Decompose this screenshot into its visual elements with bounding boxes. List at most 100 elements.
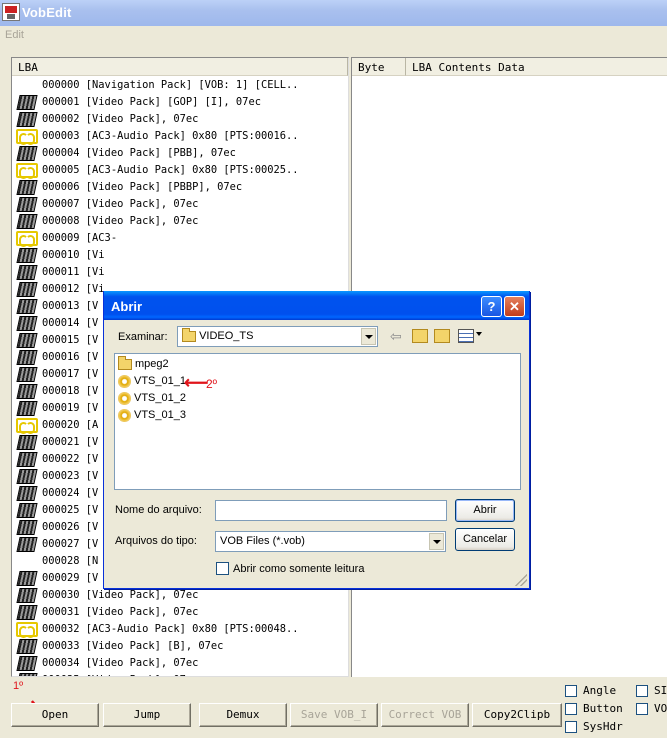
filetype-dropdown[interactable]: VOB Files (*.vob) bbox=[215, 531, 446, 552]
video-pack-icon bbox=[16, 248, 38, 263]
vob-file-icon bbox=[118, 392, 131, 405]
video-pack-icon bbox=[16, 95, 38, 110]
list-row-text: 000017 [V bbox=[42, 368, 99, 380]
video-pack-icon bbox=[16, 367, 38, 382]
list-row[interactable]: 000000 [Navigation Pack] [VOB: 1] [CELL.… bbox=[12, 77, 348, 94]
readonly-checkbox[interactable] bbox=[216, 562, 229, 575]
copy-to-clipboard-button[interactable]: Copy2Clipb bbox=[472, 703, 562, 727]
list-row-text: 000024 [V bbox=[42, 487, 99, 499]
list-item-folder[interactable]: mpeg2 bbox=[118, 355, 169, 374]
cancel-button[interactable]: Cancelar bbox=[455, 528, 515, 551]
open-dialog-button[interactable]: Abrir bbox=[455, 499, 515, 522]
file-list[interactable]: mpeg2 VTS_01_1 VTS_01_2 VTS_01_3 ⟵ 2º bbox=[114, 353, 521, 490]
video-pack-icon bbox=[16, 401, 38, 416]
list-row-text: 000026 [V bbox=[42, 521, 99, 533]
demux-button[interactable]: Demux bbox=[199, 703, 287, 727]
list-row[interactable]: 000006 [Video Pack] [PBBP], 07ec bbox=[12, 179, 348, 196]
folder-icon bbox=[118, 355, 132, 370]
list-row-text: 000003 [AC3-Audio Pack] 0x80 [PTS:00016.… bbox=[42, 130, 299, 142]
button-checkbox-box[interactable] bbox=[565, 703, 577, 715]
list-row-text: 000028 [N bbox=[42, 555, 99, 567]
list-row[interactable]: 000004 [Video Pack] [PBB], 07ec bbox=[12, 145, 348, 162]
list-row-text: 000030 [Video Pack], 07ec bbox=[42, 589, 199, 601]
video-pack-icon bbox=[16, 503, 38, 518]
view-dropdown-icon[interactable] bbox=[476, 332, 482, 336]
list-row[interactable]: 000001 [Video Pack] [GOP] [I], 07ec bbox=[12, 94, 348, 111]
chevron-down-icon[interactable] bbox=[429, 533, 444, 550]
column-header-contents[interactable]: LBA Contents Data bbox=[406, 58, 667, 76]
vob-file-icon bbox=[118, 375, 131, 388]
list-row[interactable]: 000031 [Video Pack], 07ec bbox=[12, 604, 348, 621]
look-in-dropdown[interactable]: VIDEO_TS bbox=[177, 326, 378, 347]
list-row-text: 000015 [V bbox=[42, 334, 99, 346]
list-row[interactable]: 000002 [Video Pack], 07ec bbox=[12, 111, 348, 128]
list-row[interactable]: 000032 [AC3-Audio Pack] 0x80 [PTS:00048.… bbox=[12, 621, 348, 638]
save-vob-i-button[interactable]: Save VOB_I bbox=[290, 703, 378, 727]
menu-bar: Edit bbox=[0, 26, 667, 46]
list-row[interactable]: 000003 [AC3-Audio Pack] 0x80 [PTS:00016.… bbox=[12, 128, 348, 145]
video-pack-icon bbox=[16, 435, 38, 450]
list-row-text: 000035 [Video Pack], 07ec bbox=[42, 674, 198, 676]
list-row-text: 000018 [V bbox=[42, 385, 99, 397]
menu-edit[interactable]: Edit bbox=[5, 29, 24, 41]
list-item-vob[interactable]: VTS_01_3 bbox=[118, 409, 186, 425]
look-in-label: Examinar: bbox=[118, 331, 168, 343]
window-title-bar: VobEdit bbox=[0, 0, 667, 26]
audio-pack-icon bbox=[16, 129, 38, 145]
list-row[interactable]: 000011 [Vi bbox=[12, 264, 348, 281]
video-pack-icon bbox=[16, 384, 38, 399]
list-row[interactable]: 000009 [AC3- bbox=[12, 230, 348, 247]
list-row-text: 000022 [V bbox=[42, 453, 99, 465]
dialog-title-bar[interactable]: Abrir ? ✕ bbox=[104, 291, 529, 320]
correct-vob-button[interactable]: Correct VOB bbox=[381, 703, 469, 727]
column-header-lba[interactable]: LBA bbox=[12, 58, 348, 76]
open-file-dialog[interactable]: Abrir ? ✕ Examinar: VIDEO_TS ⇦ mpeg2 VTS… bbox=[103, 291, 530, 589]
syshdr-checkbox-box[interactable] bbox=[565, 721, 577, 733]
list-row-text: 000031 [Video Pack], 07ec bbox=[42, 606, 199, 618]
list-row-text: 000034 [Video Pack], 07ec bbox=[42, 657, 199, 669]
audio-pack-icon bbox=[16, 418, 38, 434]
vo-checkbox[interactable]: VO bbox=[636, 702, 667, 715]
angle-checkbox-box[interactable] bbox=[565, 685, 577, 697]
list-row[interactable]: 000033 [Video Pack] [B], 07ec bbox=[12, 638, 348, 655]
video-pack-icon bbox=[16, 146, 38, 161]
list-row-text: 000007 [Video Pack], 07ec bbox=[42, 198, 199, 210]
list-row[interactable]: 000010 [Vi bbox=[12, 247, 348, 264]
si-checkbox[interactable]: SI bbox=[636, 684, 667, 697]
si-checkbox-box[interactable] bbox=[636, 685, 648, 697]
list-row-text: 000010 [Vi bbox=[42, 249, 105, 261]
list-row-text: 000033 [Video Pack] [B], 07ec bbox=[42, 640, 224, 652]
list-row[interactable]: 000034 [Video Pack], 07ec bbox=[12, 655, 348, 672]
resize-grip-icon[interactable] bbox=[515, 574, 527, 586]
new-folder-icon[interactable] bbox=[434, 329, 450, 343]
list-row-text: 000012 [Vi bbox=[42, 283, 105, 295]
list-row[interactable]: 000005 [AC3-Audio Pack] 0x80 [PTS:00025.… bbox=[12, 162, 348, 179]
list-item-vob[interactable]: VTS_01_1 bbox=[118, 375, 186, 391]
button-checkbox[interactable]: Button bbox=[565, 702, 623, 715]
filename-input[interactable] bbox=[215, 500, 447, 521]
filetype-value: VOB Files (*.vob) bbox=[220, 535, 305, 547]
jump-button[interactable]: Jump bbox=[103, 703, 191, 727]
list-row-text: 000001 [Video Pack] [GOP] [I], 07ec bbox=[42, 96, 261, 108]
list-row[interactable]: 000007 [Video Pack], 07ec bbox=[12, 196, 348, 213]
open-button[interactable]: Open bbox=[11, 703, 99, 727]
back-arrow-icon[interactable]: ⇦ bbox=[390, 328, 402, 345]
dialog-title: Abrir bbox=[111, 299, 143, 314]
list-row-text: 000000 [Navigation Pack] [VOB: 1] [CELL.… bbox=[42, 79, 299, 91]
readonly-label: Abrir como somente leitura bbox=[233, 563, 365, 575]
close-button[interactable]: ✕ bbox=[504, 296, 525, 317]
chevron-down-icon[interactable] bbox=[361, 328, 376, 345]
view-menu-icon[interactable] bbox=[458, 329, 474, 343]
angle-checkbox[interactable]: Angle bbox=[565, 684, 616, 697]
list-row-text: 000013 [V bbox=[42, 300, 99, 312]
column-header-byte[interactable]: Byte bbox=[352, 58, 406, 76]
video-pack-icon bbox=[16, 452, 38, 467]
list-row[interactable]: 000035 [Video Pack], 07ec bbox=[12, 672, 348, 676]
syshdr-checkbox[interactable]: SysHdr bbox=[565, 720, 623, 733]
list-row[interactable]: 000030 [Video Pack], 07ec bbox=[12, 587, 348, 604]
help-button[interactable]: ? bbox=[481, 296, 502, 317]
vo-checkbox-box[interactable] bbox=[636, 703, 648, 715]
list-item-vob[interactable]: VTS_01_2 bbox=[118, 392, 186, 408]
up-folder-icon[interactable] bbox=[412, 329, 428, 343]
list-row[interactable]: 000008 [Video Pack], 07ec bbox=[12, 213, 348, 230]
